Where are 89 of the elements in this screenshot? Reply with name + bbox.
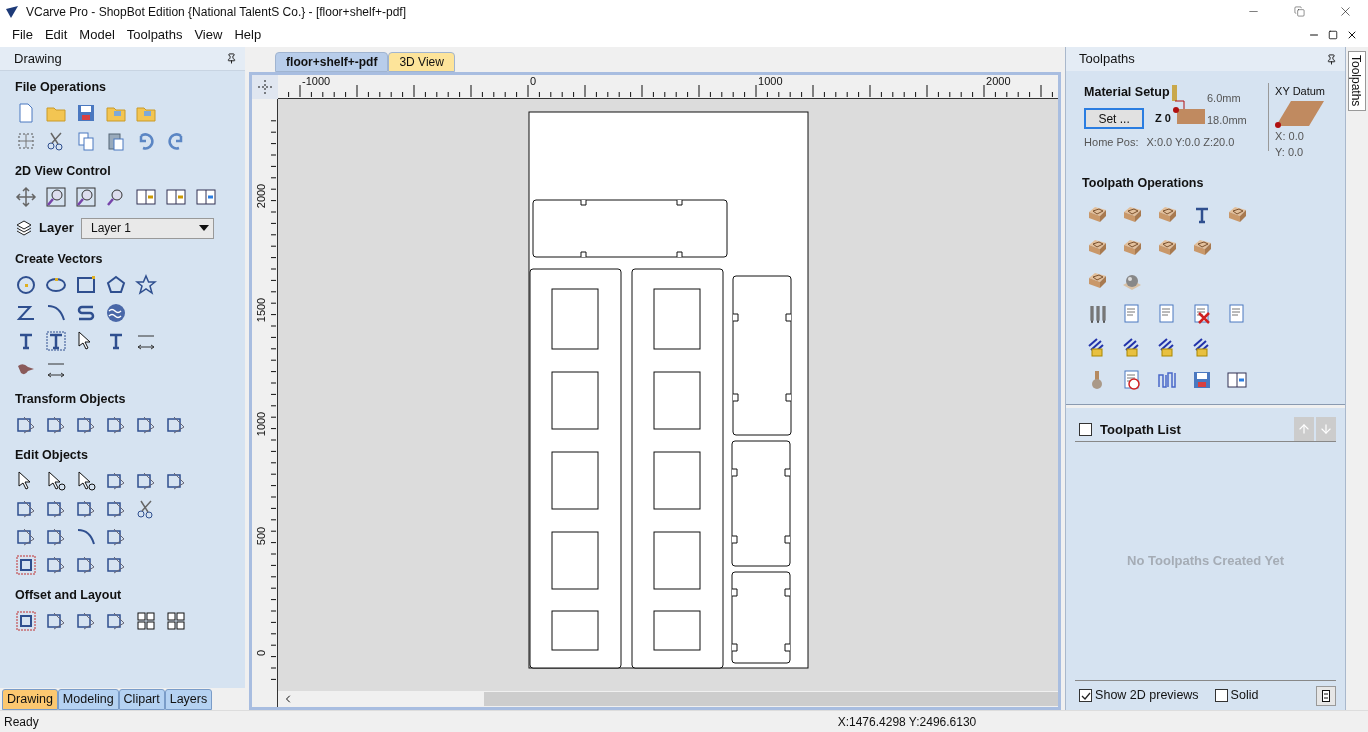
panel-title: Drawing [14,49,62,68]
move-down-button[interactable] [1316,417,1337,442]
cursor-node-icon[interactable] [45,470,67,492]
pin-icon[interactable] [226,53,238,64]
datum-y-value: Y: 0.0 [1275,145,1305,160]
scrollbar-thumb[interactable] [484,692,1059,706]
section-title: Create Vectors [15,251,104,267]
ruler-label: 0 [255,648,268,659]
menu-item[interactable]: Model [73,25,121,45]
rectangle-icon[interactable] [75,274,97,296]
split-panel-icon[interactable] [165,186,187,208]
crosshair-icon [258,80,273,94]
layers-stack-icon [15,219,33,237]
caret-icon [199,225,209,231]
panel-tab[interactable]: Layers [164,689,213,710]
menu-item[interactable]: Help [228,25,268,45]
section-title: Offset and Layout [15,587,123,603]
datum-x-value: X: 0.0 [1275,128,1305,144]
operations-title: Toolpath Operations [1081,175,1205,192]
checkbox-label: Show 2D previews [1095,687,1199,705]
ruler-label: 1000 [758,75,783,87]
star-icon[interactable] [135,274,157,296]
checkbox[interactable] [1079,422,1093,436]
menu-item[interactable]: File [6,25,39,45]
cursor-node-icon[interactable] [75,470,97,492]
letter-grid-icon[interactable] [165,610,187,632]
thickness-value: 18.0mm [1207,113,1247,128]
ruler-label: 1000 [255,410,268,439]
panel-tab[interactable]: Drawing [2,689,58,710]
toolpath-list-title: Toolpath List [1100,420,1181,439]
status-text: Ready [4,713,39,731]
letter-grid-icon[interactable] [135,610,157,632]
magnifier-frame-icon[interactable] [75,186,97,208]
side-tab[interactable]: Toolpaths [1348,51,1367,111]
four-way-arrows-icon[interactable] [15,186,37,208]
panel-tab[interactable]: Clipart [118,689,165,710]
magnifier-frame-icon[interactable] [45,186,67,208]
menu-item[interactable]: View [188,25,229,45]
ruler-label: -1000 [302,75,331,87]
close-document-icon[interactable] [1346,29,1358,41]
home-position-value: X:0.0 Y:0.0 Z:20.0 [1146,135,1235,150]
copy-icon[interactable] [75,130,97,152]
home-position-label: Home Pos: [1084,135,1139,150]
ruler-label: 500 [255,525,268,548]
section-title: 2D View Control [15,163,112,179]
material-block-drawing [1171,85,1207,125]
toolpath-settings-button[interactable] [1316,685,1337,706]
offset-value: 6.0mm [1207,91,1242,106]
split-panel-icon[interactable] [135,186,157,208]
wave-pattern-icon[interactable] [105,302,127,324]
checkbox[interactable] [1214,689,1228,702]
empty-list-message: No Toolpaths Created Yet [1127,552,1285,571]
app-logo-icon [5,4,19,19]
document-icon [1322,689,1331,702]
z-zero-label: Z 0 [1155,110,1171,126]
offset-square-icon[interactable] [15,610,37,632]
ruler-label: 2000 [986,75,1011,87]
pin-icon[interactable] [1326,53,1338,65]
xy-datum-title: XY Datum [1275,84,1326,99]
ruler-label: 0 [530,75,537,87]
layer-dropdown[interactable]: Layer 1 [81,217,214,239]
offset-square-icon[interactable] [15,554,37,576]
menu-item[interactable]: Edit [38,25,74,45]
checkbox[interactable] [1079,689,1093,702]
document-tab[interactable]: floor+shelf+-pdf [275,52,389,72]
datum-plate-drawing [1275,99,1326,128]
panel-title: Toolpaths [1079,50,1135,69]
layer-label: Layer [39,219,75,238]
panel-tab[interactable]: Modeling [57,689,119,710]
clipboard-icon[interactable] [105,130,127,152]
pentagon-icon[interactable] [105,274,127,296]
ruler-label: 1500 [255,296,268,325]
menu-item[interactable]: Toolpaths [120,25,189,45]
horizontal-scrollbar[interactable] [278,691,1059,707]
section-title: Transform Objects [15,391,127,407]
restore-document-icon[interactable] [1328,30,1338,40]
document-tab[interactable]: 3D View [388,52,455,72]
material-setup-title: Material Setup [1084,84,1170,101]
set-button[interactable]: Set ... [1084,107,1145,129]
ruler-label: 2000 [255,182,268,211]
section-title: File Operations [15,79,107,95]
circle-icon[interactable] [15,274,37,296]
cursor-coordinates: X:1476.4298 Y:2496.6130 [837,713,977,731]
move-up-button[interactable] [1294,417,1315,442]
window-title: VCarve Pro - ShopBot Edition {National TalentS Co.} - [floor+shelf+-pdf] [26,3,406,21]
checkbox-label: Solid [1230,687,1259,705]
framed-letter-t-icon[interactable] [45,330,67,352]
restore-icon [1293,6,1305,17]
section-title: Edit Objects [15,447,89,463]
